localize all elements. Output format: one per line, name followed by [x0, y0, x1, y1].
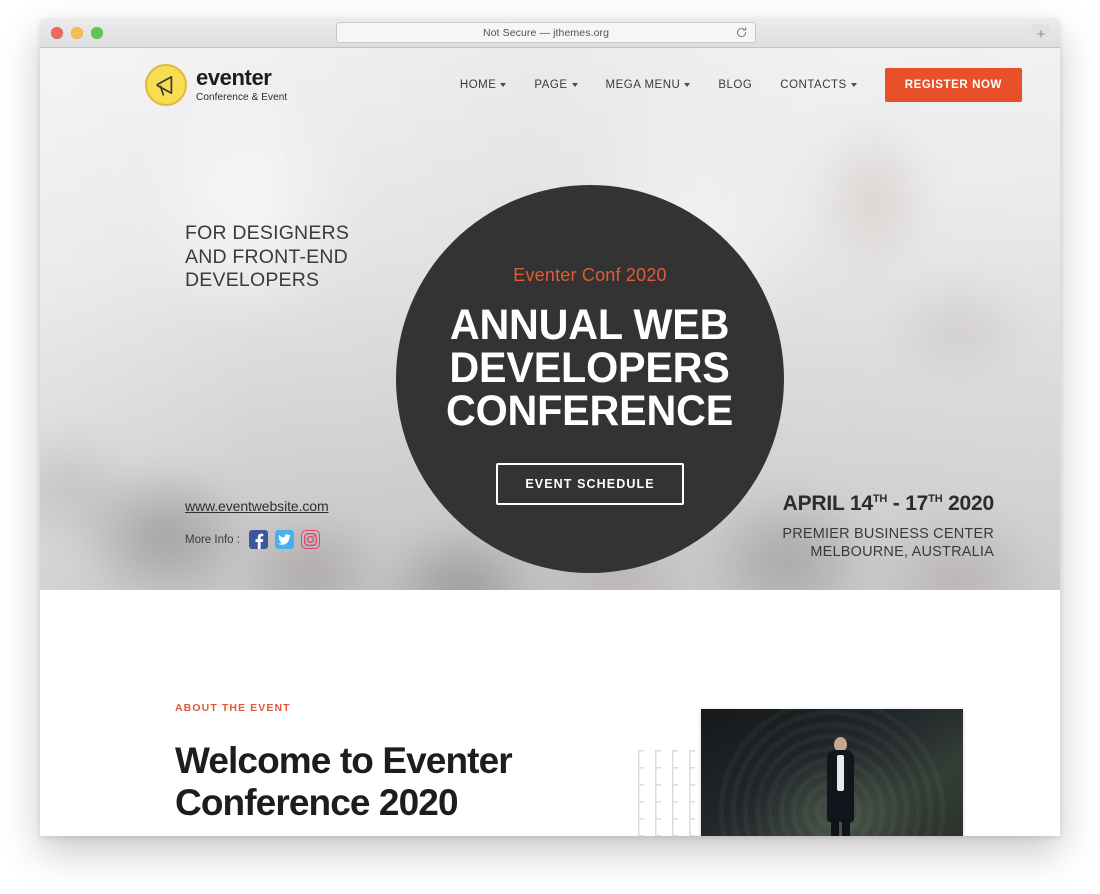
about-stage-photo: [701, 709, 963, 836]
social-row: More Info :: [185, 530, 329, 549]
hero-title-line2: DEVELOPERS: [449, 344, 731, 392]
logo-name: eventer: [196, 65, 272, 90]
chevron-down-icon: [684, 82, 691, 87]
main-navigation: HOME PAGE MEGA MENU BLOG CONTACTS REGIST…: [446, 68, 1022, 102]
date-suffix-2: TH: [928, 493, 943, 505]
more-info-label: More Info :: [185, 533, 240, 546]
instagram-icon[interactable]: [300, 530, 320, 549]
nav-label-mega-menu: MEGA MENU: [605, 79, 681, 91]
nav-item-home[interactable]: HOME: [446, 79, 521, 91]
hero-title: ANNUAL WEB DEVELOPERS CONFERENCE: [446, 304, 733, 433]
event-schedule-button[interactable]: EVENT SCHEDULE: [496, 463, 684, 505]
nav-label-blog: BLOG: [718, 79, 753, 91]
hero-title-line1: ANNUAL WEB: [450, 301, 730, 349]
event-date: APRIL 14TH - 17TH 2020: [782, 492, 995, 516]
hero-circle-panel: Eventer Conf 2020 ANNUAL WEB DEVELOPERS …: [396, 185, 784, 573]
page-viewport: eventer Conference & Event HOME PAGE MEG…: [40, 48, 1060, 836]
site-header: eventer Conference & Event HOME PAGE MEG…: [40, 48, 1060, 122]
nav-item-contacts[interactable]: CONTACTS: [766, 79, 870, 91]
site-logo[interactable]: eventer Conference & Event: [145, 64, 287, 106]
about-text-block: ABOUT THE EVENT Welcome to Eventer Confe…: [175, 702, 513, 824]
venue-line1: PREMIER BUSINESS CENTER: [782, 526, 994, 542]
address-bar[interactable]: Not Secure — jthemes.org: [336, 22, 756, 43]
register-now-button[interactable]: REGISTER NOW: [884, 68, 1022, 102]
event-date-block: APRIL 14TH - 17TH 2020 PREMIER BUSINESS …: [782, 492, 994, 561]
nav-label-page: PAGE: [534, 79, 568, 91]
megaphone-icon: [145, 64, 187, 106]
nav-item-page[interactable]: PAGE: [520, 79, 591, 91]
hero-section: eventer Conference & Event HOME PAGE MEG…: [40, 48, 1060, 590]
hero-title-line3: CONFERENCE: [446, 387, 734, 435]
hero-contact-block: www.eventwebsite.com More Info :: [185, 498, 329, 549]
minimize-window-button[interactable]: [71, 27, 83, 39]
speaker-figure: [825, 737, 855, 836]
nav-label-contacts: CONTACTS: [780, 79, 847, 91]
event-venue: PREMIER BUSINESS CENTER MELBOURNE, AUSTR…: [782, 525, 994, 561]
about-title-line2: Conference 2020: [175, 782, 459, 823]
date-mid: - 17: [887, 492, 929, 515]
reload-icon[interactable]: [735, 26, 748, 39]
about-title: Welcome to Eventer Conference 2020: [175, 740, 513, 824]
about-title-line1: Welcome to Eventer: [175, 740, 513, 781]
date-suffix-1: TH: [872, 493, 888, 505]
chevron-down-icon: [571, 82, 578, 87]
nav-item-blog[interactable]: BLOG: [704, 79, 766, 91]
facebook-icon[interactable]: [248, 530, 268, 549]
browser-window: Not Secure — jthemes.org + eventer Confe…: [40, 18, 1060, 836]
twitter-icon[interactable]: [274, 530, 294, 549]
hero-tagline-line3: DEVELOPERS: [185, 269, 320, 291]
browser-titlebar: Not Secure — jthemes.org +: [40, 18, 1060, 48]
maximize-window-button[interactable]: [91, 27, 103, 39]
hero-tagline-line2: AND FRONT-END: [185, 245, 348, 268]
chevron-down-icon: [500, 82, 507, 87]
hero-kicker: Eventer Conf 2020: [513, 265, 667, 285]
date-year: 2020: [942, 492, 994, 515]
about-kicker: ABOUT THE EVENT: [175, 702, 291, 714]
hero-tagline: FOR DESIGNERS AND FRONT-END DEVELOPERS: [185, 222, 349, 293]
venue-line2: MELBOURNE, AUSTRALIA: [810, 544, 994, 560]
nav-item-mega-menu[interactable]: MEGA MENU: [592, 79, 705, 91]
event-website-link[interactable]: www.eventwebsite.com: [185, 498, 329, 514]
window-controls: [51, 27, 103, 39]
chevron-down-icon: [850, 82, 857, 87]
date-prefix: APRIL 14: [782, 492, 873, 515]
new-tab-button[interactable]: +: [1031, 24, 1051, 44]
close-window-button[interactable]: [51, 27, 63, 39]
nav-label-home: HOME: [459, 79, 497, 91]
logo-tagline: Conference & Event: [196, 92, 288, 103]
hero-tagline-line1: FOR DESIGNERS: [185, 222, 350, 244]
address-bar-text: Not Secure — jthemes.org: [482, 26, 610, 39]
